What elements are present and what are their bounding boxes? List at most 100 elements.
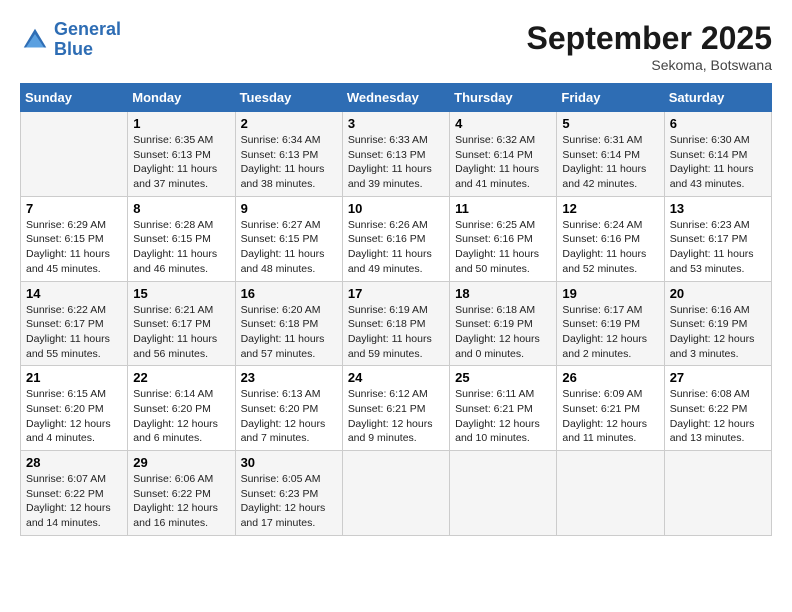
day-number: 23: [241, 370, 337, 385]
day-info: Sunrise: 6:22 AMSunset: 6:17 PMDaylight:…: [26, 303, 122, 362]
calendar-week-row: 28 Sunrise: 6:07 AMSunset: 6:22 PMDaylig…: [21, 451, 772, 536]
day-info: Sunrise: 6:35 AMSunset: 6:13 PMDaylight:…: [133, 133, 229, 192]
calendar-cell: 2 Sunrise: 6:34 AMSunset: 6:13 PMDayligh…: [235, 112, 342, 197]
calendar-cell: 23 Sunrise: 6:13 AMSunset: 6:20 PMDaylig…: [235, 366, 342, 451]
calendar-table: SundayMondayTuesdayWednesdayThursdayFrid…: [20, 83, 772, 536]
day-number: 1: [133, 116, 229, 131]
day-info: Sunrise: 6:21 AMSunset: 6:17 PMDaylight:…: [133, 303, 229, 362]
calendar-cell: 9 Sunrise: 6:27 AMSunset: 6:15 PMDayligh…: [235, 196, 342, 281]
day-info: Sunrise: 6:14 AMSunset: 6:20 PMDaylight:…: [133, 387, 229, 446]
day-info: Sunrise: 6:33 AMSunset: 6:13 PMDaylight:…: [348, 133, 444, 192]
calendar-cell: 16 Sunrise: 6:20 AMSunset: 6:18 PMDaylig…: [235, 281, 342, 366]
calendar-cell: 5 Sunrise: 6:31 AMSunset: 6:14 PMDayligh…: [557, 112, 664, 197]
calendar-cell: [450, 451, 557, 536]
day-number: 9: [241, 201, 337, 216]
calendar-cell: 28 Sunrise: 6:07 AMSunset: 6:22 PMDaylig…: [21, 451, 128, 536]
day-number: 24: [348, 370, 444, 385]
day-number: 3: [348, 116, 444, 131]
day-info: Sunrise: 6:26 AMSunset: 6:16 PMDaylight:…: [348, 218, 444, 277]
day-number: 18: [455, 286, 551, 301]
day-number: 16: [241, 286, 337, 301]
day-info: Sunrise: 6:32 AMSunset: 6:14 PMDaylight:…: [455, 133, 551, 192]
weekday-header-row: SundayMondayTuesdayWednesdayThursdayFrid…: [21, 84, 772, 112]
day-number: 5: [562, 116, 658, 131]
day-info: Sunrise: 6:25 AMSunset: 6:16 PMDaylight:…: [455, 218, 551, 277]
day-number: 20: [670, 286, 766, 301]
day-number: 28: [26, 455, 122, 470]
day-info: Sunrise: 6:31 AMSunset: 6:14 PMDaylight:…: [562, 133, 658, 192]
calendar-week-row: 21 Sunrise: 6:15 AMSunset: 6:20 PMDaylig…: [21, 366, 772, 451]
calendar-cell: 6 Sunrise: 6:30 AMSunset: 6:14 PMDayligh…: [664, 112, 771, 197]
day-info: Sunrise: 6:07 AMSunset: 6:22 PMDaylight:…: [26, 472, 122, 531]
calendar-cell: 8 Sunrise: 6:28 AMSunset: 6:15 PMDayligh…: [128, 196, 235, 281]
day-info: Sunrise: 6:28 AMSunset: 6:15 PMDaylight:…: [133, 218, 229, 277]
calendar-week-row: 14 Sunrise: 6:22 AMSunset: 6:17 PMDaylig…: [21, 281, 772, 366]
day-info: Sunrise: 6:06 AMSunset: 6:22 PMDaylight:…: [133, 472, 229, 531]
calendar-cell: [342, 451, 449, 536]
day-info: Sunrise: 6:27 AMSunset: 6:15 PMDaylight:…: [241, 218, 337, 277]
day-info: Sunrise: 6:20 AMSunset: 6:18 PMDaylight:…: [241, 303, 337, 362]
weekday-header: Thursday: [450, 84, 557, 112]
day-info: Sunrise: 6:15 AMSunset: 6:20 PMDaylight:…: [26, 387, 122, 446]
weekday-header: Monday: [128, 84, 235, 112]
day-info: Sunrise: 6:34 AMSunset: 6:13 PMDaylight:…: [241, 133, 337, 192]
calendar-cell: 4 Sunrise: 6:32 AMSunset: 6:14 PMDayligh…: [450, 112, 557, 197]
calendar-cell: 27 Sunrise: 6:08 AMSunset: 6:22 PMDaylig…: [664, 366, 771, 451]
day-number: 14: [26, 286, 122, 301]
day-info: Sunrise: 6:09 AMSunset: 6:21 PMDaylight:…: [562, 387, 658, 446]
day-number: 25: [455, 370, 551, 385]
calendar-cell: 14 Sunrise: 6:22 AMSunset: 6:17 PMDaylig…: [21, 281, 128, 366]
calendar-cell: 25 Sunrise: 6:11 AMSunset: 6:21 PMDaylig…: [450, 366, 557, 451]
calendar-cell: 30 Sunrise: 6:05 AMSunset: 6:23 PMDaylig…: [235, 451, 342, 536]
day-number: 13: [670, 201, 766, 216]
day-number: 29: [133, 455, 229, 470]
calendar-cell: 12 Sunrise: 6:24 AMSunset: 6:16 PMDaylig…: [557, 196, 664, 281]
day-info: Sunrise: 6:24 AMSunset: 6:16 PMDaylight:…: [562, 218, 658, 277]
day-number: 7: [26, 201, 122, 216]
calendar-cell: 18 Sunrise: 6:18 AMSunset: 6:19 PMDaylig…: [450, 281, 557, 366]
day-number: 30: [241, 455, 337, 470]
day-number: 21: [26, 370, 122, 385]
calendar-cell: 20 Sunrise: 6:16 AMSunset: 6:19 PMDaylig…: [664, 281, 771, 366]
day-number: 8: [133, 201, 229, 216]
day-number: 15: [133, 286, 229, 301]
day-info: Sunrise: 6:11 AMSunset: 6:21 PMDaylight:…: [455, 387, 551, 446]
day-number: 4: [455, 116, 551, 131]
calendar-cell: [21, 112, 128, 197]
day-number: 19: [562, 286, 658, 301]
day-info: Sunrise: 6:18 AMSunset: 6:19 PMDaylight:…: [455, 303, 551, 362]
day-number: 10: [348, 201, 444, 216]
weekday-header: Wednesday: [342, 84, 449, 112]
calendar-week-row: 1 Sunrise: 6:35 AMSunset: 6:13 PMDayligh…: [21, 112, 772, 197]
day-info: Sunrise: 6:08 AMSunset: 6:22 PMDaylight:…: [670, 387, 766, 446]
calendar-cell: 21 Sunrise: 6:15 AMSunset: 6:20 PMDaylig…: [21, 366, 128, 451]
logo-text: General Blue: [54, 20, 121, 60]
calendar-cell: 24 Sunrise: 6:12 AMSunset: 6:21 PMDaylig…: [342, 366, 449, 451]
page-header: General Blue September 2025 Sekoma, Bots…: [20, 20, 772, 73]
day-number: 11: [455, 201, 551, 216]
day-info: Sunrise: 6:05 AMSunset: 6:23 PMDaylight:…: [241, 472, 337, 531]
calendar-week-row: 7 Sunrise: 6:29 AMSunset: 6:15 PMDayligh…: [21, 196, 772, 281]
day-info: Sunrise: 6:30 AMSunset: 6:14 PMDaylight:…: [670, 133, 766, 192]
day-number: 12: [562, 201, 658, 216]
calendar-cell: 19 Sunrise: 6:17 AMSunset: 6:19 PMDaylig…: [557, 281, 664, 366]
day-number: 22: [133, 370, 229, 385]
calendar-cell: 29 Sunrise: 6:06 AMSunset: 6:22 PMDaylig…: [128, 451, 235, 536]
day-info: Sunrise: 6:12 AMSunset: 6:21 PMDaylight:…: [348, 387, 444, 446]
day-number: 26: [562, 370, 658, 385]
day-info: Sunrise: 6:17 AMSunset: 6:19 PMDaylight:…: [562, 303, 658, 362]
day-info: Sunrise: 6:23 AMSunset: 6:17 PMDaylight:…: [670, 218, 766, 277]
day-number: 2: [241, 116, 337, 131]
day-info: Sunrise: 6:13 AMSunset: 6:20 PMDaylight:…: [241, 387, 337, 446]
location: Sekoma, Botswana: [527, 57, 772, 73]
weekday-header: Friday: [557, 84, 664, 112]
calendar-cell: 17 Sunrise: 6:19 AMSunset: 6:18 PMDaylig…: [342, 281, 449, 366]
day-number: 17: [348, 286, 444, 301]
logo: General Blue: [20, 20, 121, 60]
calendar-cell: 11 Sunrise: 6:25 AMSunset: 6:16 PMDaylig…: [450, 196, 557, 281]
month-title: September 2025: [527, 20, 772, 57]
calendar-cell: 3 Sunrise: 6:33 AMSunset: 6:13 PMDayligh…: [342, 112, 449, 197]
weekday-header: Saturday: [664, 84, 771, 112]
day-number: 27: [670, 370, 766, 385]
weekday-header: Tuesday: [235, 84, 342, 112]
